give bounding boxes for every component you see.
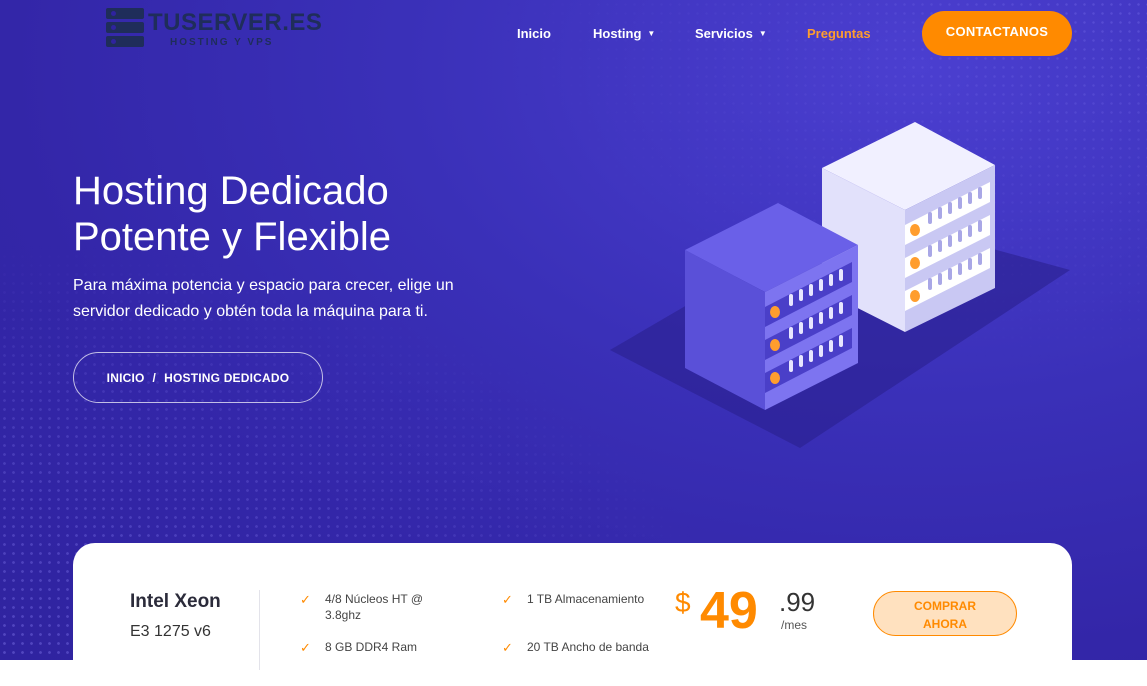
plan-card: Intel Xeon E3 1275 v6 ✓ 4/8 Núcleos HT @… <box>73 543 1072 686</box>
caret-down-icon: ▼ <box>647 29 656 38</box>
title-line-2: Potente y Flexible <box>73 215 391 259</box>
feature-text: 1 TB Almacenamiento <box>527 592 645 606</box>
brand-logo[interactable]: TUSERVER.ES HOSTING Y VPS <box>106 8 322 52</box>
breadcrumb-current: HOSTING DEDICADO <box>164 370 290 385</box>
nav-item-hosting[interactable]: Hosting ▼ <box>593 24 655 44</box>
plan-feature: ✓ 4/8 Núcleos HT @ 3.8ghz <box>300 591 450 623</box>
contact-button[interactable]: CONTACTANOS <box>922 11 1072 56</box>
plan-cpu-model: E3 1275 v6 <box>130 623 211 640</box>
nav-label: Servicios <box>695 26 753 41</box>
hero-description: Para máxima potencia y espacio para crec… <box>73 277 454 320</box>
buy-label-line-2: AHORA <box>923 617 967 631</box>
breadcrumb-separator: / <box>152 370 157 385</box>
nav-item-inicio[interactable]: Inicio <box>517 24 551 44</box>
price-integer: 49 <box>700 582 758 640</box>
title-line-1: Hosting Dedicado <box>73 169 389 213</box>
price-currency: $ <box>675 587 691 618</box>
breadcrumb-home[interactable]: INICIO <box>107 371 145 385</box>
divider <box>259 590 260 670</box>
nav-item-servicios[interactable]: Servicios ▼ <box>695 24 767 44</box>
buy-label-line-1: COMPRAR <box>914 599 976 613</box>
caret-down-icon: ▼ <box>758 29 767 38</box>
buy-now-button[interactable]: COMPRAR AHORA <box>873 591 1017 636</box>
check-icon: ✓ <box>300 640 311 655</box>
price-period: /mes <box>781 618 808 632</box>
brand-title: TUSERVER.ES <box>148 9 323 36</box>
feature-text: 4/8 Núcleos HT @ 3.8ghz <box>325 592 423 622</box>
nav-item-preguntas[interactable]: Preguntas <box>807 24 871 44</box>
feature-text: 8 GB DDR4 Ram <box>325 640 418 654</box>
plan-feature: ✓ 8 GB DDR4 Ram <box>300 639 450 655</box>
brand-subtitle: HOSTING Y VPS <box>170 37 274 48</box>
price-decimal: .99 <box>779 587 816 617</box>
nav-label: Preguntas <box>807 26 871 41</box>
check-icon: ✓ <box>300 592 311 607</box>
plan-feature: ✓ 1 TB Almacenamiento <box>502 591 652 607</box>
feature-text: 20 TB Ancho de banda <box>527 640 649 654</box>
check-icon: ✓ <box>502 592 513 607</box>
nav-label: Hosting <box>593 26 642 41</box>
breadcrumb: INICIO / HOSTING DEDICADO <box>73 352 323 403</box>
check-icon: ✓ <box>502 640 513 655</box>
plan-feature: ✓ 20 TB Ancho de banda <box>502 639 652 655</box>
server-stack-icon <box>106 8 144 48</box>
plan-cpu-name: Intel Xeon <box>130 591 221 612</box>
isometric-servers-illustration <box>610 122 1070 448</box>
nav-label: Inicio <box>517 26 551 41</box>
page-title: Hosting Dedicado Potente y Flexible <box>73 168 573 260</box>
